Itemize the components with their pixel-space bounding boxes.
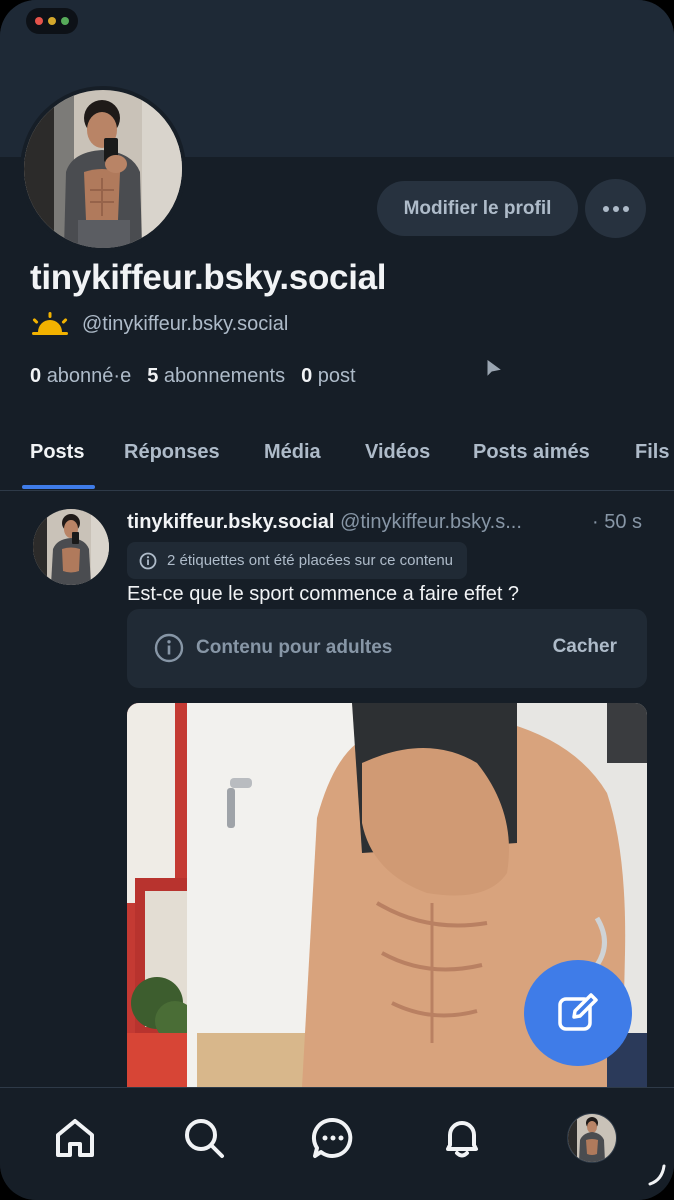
- following-count: 5: [147, 365, 159, 387]
- info-icon: [154, 633, 184, 663]
- search-icon: [185, 1119, 224, 1158]
- tab-threads[interactable]: Fils: [635, 441, 669, 464]
- avatar: [567, 1113, 617, 1163]
- hide-content-button[interactable]: Cacher: [553, 636, 617, 658]
- info-icon: [139, 552, 157, 569]
- tab-liked-posts[interactable]: Posts aimés: [473, 441, 590, 464]
- bottom-navigation: [0, 1087, 674, 1200]
- mouse-cursor-icon: [486, 358, 504, 379]
- content-warning[interactable]: Contenu pour adultes Cacher: [127, 609, 647, 688]
- nav-notifications[interactable]: [434, 1110, 490, 1166]
- following-stat[interactable]: 5 abonnements: [147, 365, 285, 388]
- followers-label: abonné·e: [46, 365, 132, 387]
- bell-icon: [446, 1121, 478, 1158]
- profile-tabs: Posts Réponses Média Vidéos Posts aimés …: [0, 433, 674, 491]
- profile-stats: 0 abonné·e 5 abonnements 0 post: [30, 365, 356, 388]
- window-dot-green[interactable]: [61, 17, 69, 25]
- window-controls[interactable]: [26, 8, 78, 34]
- more-horizontal-icon: [602, 205, 629, 212]
- post-labels-notice[interactable]: 2 étiquettes ont été placées sur ce cont…: [127, 542, 468, 579]
- posts-stat: 0 post: [301, 365, 356, 388]
- active-tab-indicator: [22, 485, 95, 489]
- followers-stat[interactable]: 0 abonné·e: [30, 365, 131, 388]
- nav-search[interactable]: [176, 1110, 232, 1166]
- window-dot-red[interactable]: [35, 17, 43, 25]
- home-icon: [56, 1119, 94, 1157]
- content-warning-label: Contenu pour adultes: [196, 637, 393, 658]
- profile-display-name: tinykiffeur.bsky.social: [30, 258, 387, 297]
- nav-profile[interactable]: [564, 1110, 620, 1166]
- app-screen: Modifier le profil tinykiffeur.bsky.soci…: [0, 0, 674, 1200]
- followers-count: 0: [30, 365, 42, 387]
- posts-label: post: [317, 365, 356, 387]
- nav-messages[interactable]: [305, 1110, 361, 1166]
- edit-profile-button[interactable]: Modifier le profil: [377, 181, 578, 236]
- tab-replies[interactable]: Réponses: [124, 441, 220, 464]
- profile-handle-row: @tinykiffeur.bsky.social: [30, 312, 288, 336]
- tab-media[interactable]: Média: [264, 441, 321, 464]
- following-label: abonnements: [163, 365, 286, 387]
- profile-handle: @tinykiffeur.bsky.social: [82, 312, 289, 335]
- compose-icon: [558, 993, 598, 1031]
- more-options-button[interactable]: [585, 179, 646, 238]
- sun-icon: [32, 312, 68, 335]
- chat-icon: [311, 1117, 353, 1158]
- tab-videos[interactable]: Vidéos: [365, 441, 430, 464]
- compose-post-button[interactable]: [524, 960, 632, 1066]
- post-header: tinykiffeur.bsky.social @tinykiffeur.bsk…: [127, 511, 667, 534]
- resize-corner-icon[interactable]: [648, 1162, 668, 1188]
- window-dot-yellow[interactable]: [48, 17, 56, 25]
- post-author-avatar[interactable]: [33, 509, 109, 585]
- post-author-name[interactable]: tinykiffeur.bsky.social: [127, 511, 335, 533]
- profile-avatar[interactable]: [20, 86, 186, 252]
- tab-posts[interactable]: Posts: [30, 441, 84, 464]
- labels-notice-text: 2 étiquettes ont été placées sur ce cont…: [167, 552, 454, 569]
- posts-count: 0: [301, 365, 313, 387]
- post-timestamp[interactable]: · 50 s: [588, 511, 643, 534]
- nav-home[interactable]: [47, 1110, 103, 1166]
- post-text: Est-ce que le sport commence a faire eff…: [127, 583, 520, 605]
- post-author-handle[interactable]: @tinykiffeur.bsky.s...: [340, 511, 522, 533]
